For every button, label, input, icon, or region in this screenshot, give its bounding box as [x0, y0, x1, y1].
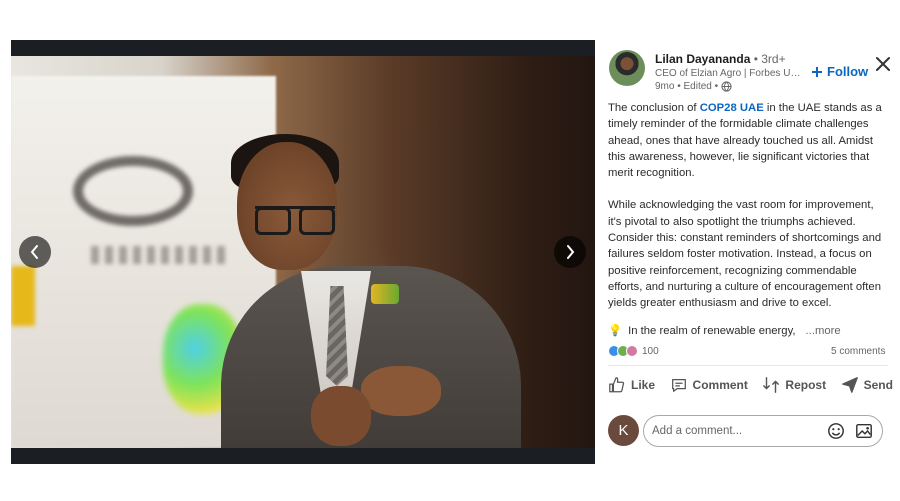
- post-photo: [11, 56, 595, 448]
- repost-arrows-icon: [763, 377, 780, 393]
- follow-label: Follow: [827, 64, 869, 79]
- post-paragraph-1: The conclusion of COP28 UAE in the UAE s…: [608, 102, 882, 180]
- chevron-left-icon: [30, 245, 38, 259]
- thumbs-up-icon: [609, 377, 625, 393]
- author-name[interactable]: Lilan Dayananda: [655, 52, 750, 66]
- hashtag-link[interactable]: COP28 UAE: [700, 102, 764, 114]
- close-icon: [876, 57, 890, 71]
- author-name-row: Lilan Dayananda • 3rd+: [655, 52, 786, 66]
- plus-icon: [812, 66, 822, 77]
- emoji-icon: [828, 423, 844, 439]
- current-user-avatar: K: [608, 415, 639, 446]
- action-bar: Like Comment Repost Send: [608, 376, 893, 394]
- repost-button[interactable]: Repost: [762, 376, 826, 394]
- previous-image-button[interactable]: [19, 236, 51, 268]
- follow-button[interactable]: Follow: [811, 64, 868, 79]
- divider: [608, 365, 888, 366]
- comment-bubble-icon: [671, 378, 686, 392]
- chevron-right-icon: [567, 245, 575, 259]
- reactions-count: 100: [642, 345, 659, 357]
- post-details-panel: Lilan Dayananda • 3rd+ CEO of Elzian Agr…: [595, 40, 900, 464]
- post-meta: 9mo • Edited •: [655, 81, 732, 92]
- add-photo-button[interactable]: [854, 421, 874, 441]
- comment-input-container: [643, 415, 883, 447]
- connection-degree: • 3rd+: [750, 52, 786, 66]
- emoji-button[interactable]: [826, 421, 846, 441]
- globe-icon: [721, 81, 732, 92]
- send-button[interactable]: Send: [841, 376, 893, 394]
- comments-count[interactable]: 5 comments: [831, 346, 885, 357]
- lightbulb-icon: 💡: [608, 325, 623, 337]
- post-time-edited: 9mo • Edited •: [655, 81, 719, 92]
- author-headline: CEO of Elzian Agro | Forbes Unde...: [655, 68, 805, 79]
- comment-button[interactable]: Comment: [670, 376, 748, 394]
- teaser-text: In the realm of renewable energy,: [628, 324, 796, 337]
- image-icon: [856, 423, 872, 439]
- next-image-button[interactable]: [554, 236, 586, 268]
- media-viewer: [11, 40, 595, 464]
- see-more-link[interactable]: ...more: [806, 325, 841, 337]
- reactions-summary[interactable]: 100: [608, 345, 659, 357]
- support-reaction-icon: [626, 345, 638, 357]
- post-text: The conclusion of COP28 UAE in the UAE s…: [608, 100, 888, 328]
- post-teaser-line: 💡 In the realm of renewable energy, ...m…: [608, 324, 888, 338]
- comment-input[interactable]: [652, 425, 818, 437]
- send-paper-plane-icon: [841, 377, 858, 393]
- close-button[interactable]: [875, 56, 891, 72]
- post-paragraph-2: While acknowledging the vast room for im…: [608, 199, 882, 310]
- like-button[interactable]: Like: [608, 376, 655, 394]
- author-avatar[interactable]: [609, 50, 645, 86]
